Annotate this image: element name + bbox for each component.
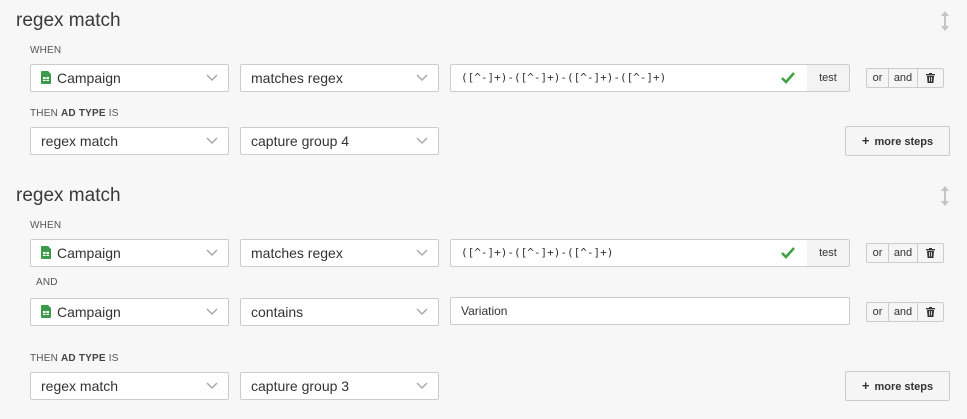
rule-card: regex match WHEN Campaign matches regex … [0, 175, 967, 419]
test-button[interactable]: test [807, 64, 850, 92]
then-label: THEN AD TYPE IS [30, 108, 119, 119]
or-button[interactable]: or [866, 302, 889, 322]
chevron-down-icon [206, 137, 218, 145]
delete-button[interactable] [917, 243, 944, 263]
action-source-select[interactable]: regex match [30, 372, 229, 400]
condition-operator-select[interactable]: contains [240, 298, 439, 326]
rule-title: regex match [16, 185, 121, 206]
then-label: THEN AD TYPE IS [30, 353, 119, 364]
regex-value: ([^-]+)-([^-]+)-([^-]+)-([^-]+) [461, 71, 667, 84]
plus-icon: + [861, 133, 870, 148]
action-value-select[interactable]: capture group 4 [240, 127, 439, 155]
condition-field-select[interactable]: Campaign [30, 239, 229, 267]
chevron-down-icon [416, 137, 428, 145]
chevron-down-icon [206, 382, 218, 390]
or-button[interactable]: or [866, 243, 889, 263]
trash-icon [926, 307, 935, 317]
regex-value: ([^-]+)-([^-]+)-([^-]+) [461, 246, 614, 259]
chevron-down-icon [416, 308, 428, 316]
condition-operator-select[interactable]: matches regex [240, 239, 439, 267]
condition-field-select[interactable]: Campaign [30, 298, 229, 326]
chevron-down-icon [416, 74, 428, 82]
vertical-resize-icon[interactable] [937, 185, 953, 207]
and-button[interactable]: and [888, 68, 918, 88]
and-button[interactable]: and [888, 302, 918, 322]
test-button[interactable]: test [807, 239, 850, 267]
delete-button[interactable] [917, 302, 944, 322]
rule-title: regex match [16, 10, 121, 31]
action-value: capture group 3 [251, 378, 350, 394]
condition-operator-select[interactable]: matches regex [240, 64, 439, 92]
and-button[interactable]: and [888, 243, 918, 263]
condition-actions: or and [866, 243, 944, 263]
rule-card: regex match WHEN Campaign matches regex … [0, 0, 967, 170]
condition-field-select[interactable]: Campaign [30, 64, 229, 92]
operator-value: matches regex [251, 70, 343, 86]
chevron-down-icon [206, 249, 218, 257]
trash-icon [926, 248, 935, 258]
delete-button[interactable] [917, 68, 944, 88]
more-steps-button[interactable]: + more steps [845, 126, 950, 156]
spreadsheet-icon [41, 246, 51, 260]
chevron-down-icon [206, 308, 218, 316]
when-label: WHEN [30, 220, 62, 231]
plus-icon: + [861, 378, 870, 393]
field-value: Campaign [57, 70, 121, 86]
checkmark-icon [781, 247, 795, 259]
regex-input[interactable]: ([^-]+)-([^-]+)-([^-]+) [450, 239, 808, 267]
when-label: WHEN [30, 45, 62, 56]
more-steps-button[interactable]: + more steps [845, 371, 950, 401]
action-source-value: regex match [41, 133, 119, 149]
spreadsheet-icon [41, 71, 51, 85]
chevron-down-icon [206, 74, 218, 82]
operator-value: matches regex [251, 245, 343, 261]
action-value: capture group 4 [251, 133, 350, 149]
condition-actions: or and [866, 302, 944, 322]
value-input[interactable]: Variation [450, 297, 850, 325]
value-text: Variation [461, 304, 508, 318]
action-value-select[interactable]: capture group 3 [240, 372, 439, 400]
vertical-resize-icon[interactable] [937, 10, 953, 32]
checkmark-icon [781, 72, 795, 84]
chevron-down-icon [416, 382, 428, 390]
trash-icon [926, 73, 935, 83]
operator-value: contains [251, 304, 304, 320]
regex-input[interactable]: ([^-]+)-([^-]+)-([^-]+)-([^-]+) [450, 64, 808, 92]
spreadsheet-icon [41, 305, 51, 319]
or-button[interactable]: or [866, 68, 889, 88]
action-source-value: regex match [41, 378, 119, 394]
condition-actions: or and [866, 68, 944, 88]
field-value: Campaign [57, 304, 121, 320]
action-source-select[interactable]: regex match [30, 127, 229, 155]
field-value: Campaign [57, 245, 121, 261]
chevron-down-icon [416, 249, 428, 257]
and-connector-label: AND [36, 277, 58, 288]
